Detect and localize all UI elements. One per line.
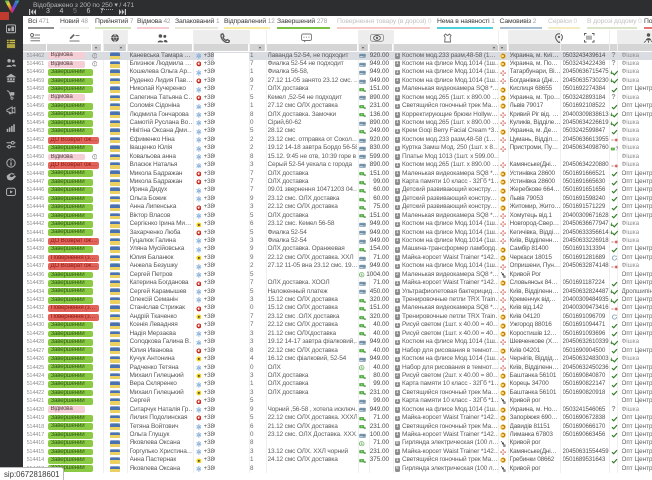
svg-text:?: ? bbox=[615, 146, 618, 151]
